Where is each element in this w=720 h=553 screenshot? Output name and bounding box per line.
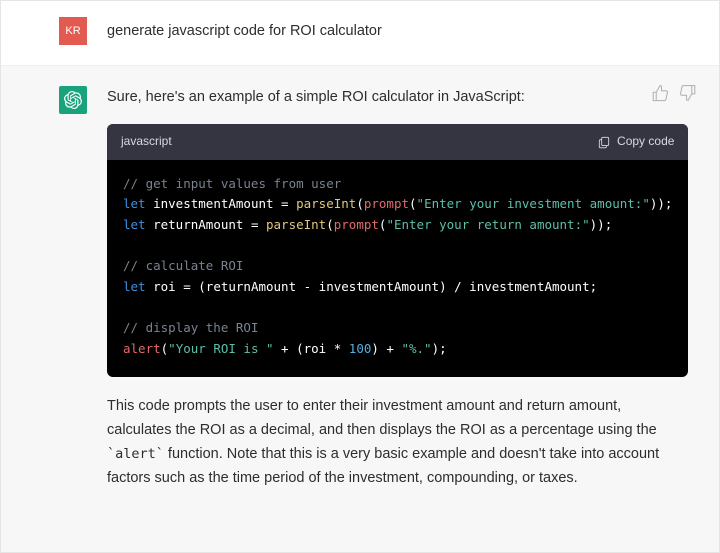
code-token: parseInt bbox=[296, 196, 356, 211]
code-token: "Your ROI is " bbox=[168, 341, 273, 356]
copy-code-button[interactable]: Copy code bbox=[597, 132, 674, 152]
assistant-message-body: Sure, here's an example of a simple ROI … bbox=[107, 86, 719, 532]
outro-part2: function. Note that this is a very basic… bbox=[107, 446, 659, 486]
code-token: )); bbox=[650, 196, 673, 211]
code-body: // get input values from user let invest… bbox=[107, 160, 688, 378]
assistant-avatar bbox=[59, 86, 87, 114]
copy-code-label: Copy code bbox=[617, 132, 674, 152]
code-token: parseInt bbox=[266, 217, 326, 232]
code-token: // display the ROI bbox=[123, 320, 258, 335]
outro-part1: This code prompts the user to enter thei… bbox=[107, 398, 657, 438]
code-token: "%." bbox=[401, 341, 431, 356]
feedback-buttons bbox=[651, 84, 697, 102]
assistant-message-row: Sure, here's an example of a simple ROI … bbox=[1, 66, 719, 552]
chat-container: KR generate javascript code for ROI calc… bbox=[0, 0, 720, 553]
assistant-outro-text: This code prompts the user to enter thei… bbox=[107, 395, 688, 491]
assistant-intro-text: Sure, here's an example of a simple ROI … bbox=[107, 86, 688, 110]
thumbs-up-icon bbox=[651, 84, 669, 102]
code-token: = bbox=[274, 196, 297, 211]
code-token: prompt bbox=[334, 217, 379, 232]
code-token: 100 bbox=[349, 341, 372, 356]
code-language-label: javascript bbox=[121, 132, 172, 152]
code-token: ( bbox=[356, 196, 364, 211]
thumbs-up-button[interactable] bbox=[651, 84, 669, 102]
code-token: "Enter your return amount:" bbox=[386, 217, 589, 232]
code-token: "Enter your investment amount:" bbox=[417, 196, 650, 211]
code-token: = bbox=[243, 217, 266, 232]
code-token: alert bbox=[123, 341, 161, 356]
code-token: + (roi * bbox=[274, 341, 349, 356]
code-token: prompt bbox=[364, 196, 409, 211]
code-token: let bbox=[123, 279, 146, 294]
code-token: returnAmount bbox=[153, 217, 243, 232]
code-token: )); bbox=[590, 217, 613, 232]
thumbs-down-button[interactable] bbox=[679, 84, 697, 102]
code-token: ( bbox=[409, 196, 417, 211]
user-message-text: generate javascript code for ROI calcula… bbox=[107, 23, 382, 39]
openai-logo-icon bbox=[64, 91, 82, 109]
code-header: javascript Copy code bbox=[107, 124, 688, 160]
code-token: // calculate ROI bbox=[123, 258, 243, 273]
code-token: let bbox=[123, 196, 146, 211]
outro-inline-code: `alert` bbox=[107, 446, 164, 462]
code-token: ( bbox=[326, 217, 334, 232]
code-token: investmentAmount bbox=[153, 196, 273, 211]
user-avatar: KR bbox=[59, 17, 87, 45]
thumbs-down-icon bbox=[679, 84, 697, 102]
clipboard-icon bbox=[597, 135, 611, 149]
code-token: ); bbox=[432, 341, 447, 356]
code-token: roi bbox=[153, 279, 176, 294]
code-token: = (returnAmount - investmentAmount) / in… bbox=[176, 279, 597, 294]
code-token: // get input values from user bbox=[123, 176, 341, 191]
code-block: javascript Copy code // get input values… bbox=[107, 124, 688, 377]
user-message-row: KR generate javascript code for ROI calc… bbox=[1, 1, 719, 66]
code-token: let bbox=[123, 217, 146, 232]
code-token: ) + bbox=[371, 341, 401, 356]
